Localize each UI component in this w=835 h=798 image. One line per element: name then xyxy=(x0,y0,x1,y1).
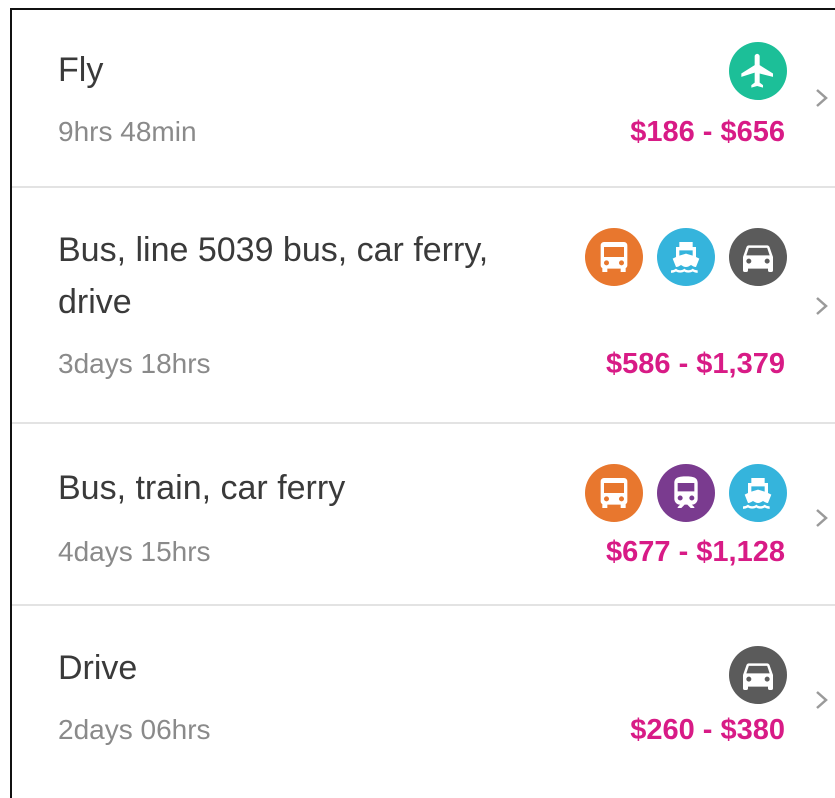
airplane-icon xyxy=(729,42,787,100)
chevron-right-icon xyxy=(816,89,828,107)
route-options-list: Fly 9hrs 48min $186 - $656 Bus, line 503… xyxy=(10,8,835,798)
car-icon xyxy=(729,228,787,286)
route-price: $260 - $380 xyxy=(630,714,785,746)
route-title: Drive xyxy=(58,649,138,687)
ferry-icon xyxy=(657,228,715,286)
transport-icons xyxy=(585,228,787,286)
route-title: Bus, line 5039 bus, car ferry, drive xyxy=(58,231,489,321)
bus-icon xyxy=(585,228,643,286)
transport-icons xyxy=(729,646,787,704)
route-duration: 4days 15hrs xyxy=(58,536,211,567)
route-title: Fly xyxy=(58,51,104,89)
route-option-fly[interactable]: Fly 9hrs 48min $186 - $656 xyxy=(12,10,835,188)
transport-icons xyxy=(729,42,787,100)
transport-icons xyxy=(585,464,787,522)
route-option-drive[interactable]: Drive 2days 06hrs $260 - $380 xyxy=(12,606,835,788)
chevron-right-icon xyxy=(816,297,828,315)
bus-icon xyxy=(585,464,643,522)
train-icon xyxy=(657,464,715,522)
route-option-bus-train-ferry[interactable]: Bus, train, car ferry 4days 15hrs $677 -… xyxy=(12,424,835,606)
route-price: $186 - $656 xyxy=(630,116,785,148)
route-duration: 3days 18hrs xyxy=(58,348,211,379)
ferry-icon xyxy=(729,464,787,522)
chevron-right-icon xyxy=(816,691,828,709)
route-duration: 2days 06hrs xyxy=(58,714,211,745)
chevron-right-icon xyxy=(816,509,828,527)
route-title: Bus, train, car ferry xyxy=(58,469,346,507)
car-icon xyxy=(729,646,787,704)
route-option-bus-ferry-drive[interactable]: Bus, line 5039 bus, car ferry, drive 3da… xyxy=(12,188,835,424)
route-price: $586 - $1,379 xyxy=(606,348,785,380)
route-price: $677 - $1,128 xyxy=(606,536,785,568)
route-duration: 9hrs 48min xyxy=(58,116,197,147)
